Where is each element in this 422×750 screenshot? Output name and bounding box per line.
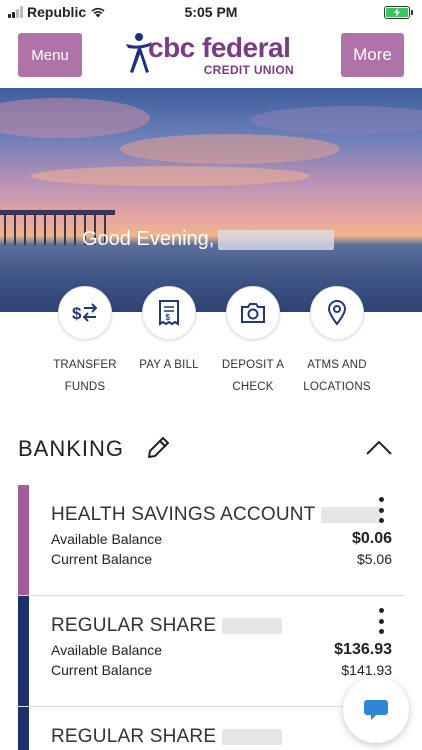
label-line: LOCATIONS bbox=[303, 381, 371, 393]
greeting-text: Good Evening, bbox=[82, 228, 215, 250]
atms-locations-label: ATMS AND LOCATIONS bbox=[289, 354, 385, 398]
account-color-bar bbox=[18, 485, 29, 595]
label-line: CHECK bbox=[232, 381, 274, 393]
chat-bubble-icon bbox=[364, 700, 388, 720]
account-name-text: REGULAR SHARE bbox=[51, 615, 217, 636]
banking-header: BANKING bbox=[18, 430, 404, 466]
available-balance-label: Available Balance bbox=[51, 531, 163, 547]
account-color-bar bbox=[18, 596, 29, 706]
atms-locations-action[interactable]: ATMS AND LOCATIONS bbox=[289, 286, 385, 398]
account-name: REGULAR SHARE bbox=[51, 615, 283, 637]
current-balance-label: Current Balance bbox=[51, 551, 153, 567]
pay-bill-label: PAY A BILL bbox=[121, 354, 217, 376]
deposit-check-button[interactable] bbox=[226, 286, 280, 340]
available-balance-value: $136.93 bbox=[334, 641, 392, 658]
transfer-funds-button[interactable]: $ bbox=[58, 286, 112, 340]
battery-icon bbox=[384, 6, 413, 19]
label-line: PAY A BILL bbox=[139, 359, 199, 371]
deposit-check-label: DEPOSIT A CHECK bbox=[205, 354, 301, 398]
brand-logo[interactable]: cbc federal CREDIT UNION bbox=[124, 32, 300, 80]
account-options-icon[interactable] bbox=[376, 608, 386, 634]
atms-locations-button[interactable] bbox=[310, 286, 364, 340]
svg-text:$: $ bbox=[72, 304, 82, 323]
transfer-funds-action[interactable]: $ TRANSFER FUNDS bbox=[37, 286, 133, 398]
account-name-text: HEALTH SAVINGS ACCOUNT bbox=[51, 504, 316, 525]
account-card[interactable]: HEALTH SAVINGS ACCOUNT Available Balance… bbox=[18, 485, 404, 596]
label-line: FUNDS bbox=[64, 381, 106, 393]
account-color-bar bbox=[18, 707, 29, 750]
pay-bill-button[interactable]: $ bbox=[142, 286, 196, 340]
hero-cloud bbox=[120, 134, 340, 164]
available-balance-label: Available Balance bbox=[51, 642, 163, 658]
redacted-account-number bbox=[222, 618, 283, 634]
available-balance-value: $0.06 bbox=[351, 530, 392, 547]
current-balance-label: Current Balance bbox=[51, 662, 153, 678]
chat-button[interactable] bbox=[343, 677, 409, 743]
label-line: TRANSFER bbox=[53, 359, 117, 371]
current-balance-value: $141.93 bbox=[341, 662, 392, 678]
camera-icon bbox=[241, 303, 265, 323]
charging-bolt-icon bbox=[394, 8, 400, 17]
banking-title: BANKING bbox=[18, 436, 125, 461]
current-balance-value: $5.06 bbox=[356, 551, 392, 567]
hero-cloud bbox=[30, 166, 310, 186]
menu-button[interactable]: Menu bbox=[18, 33, 82, 77]
edit-pencil-icon[interactable] bbox=[144, 434, 172, 462]
bill-icon: $ bbox=[159, 300, 179, 326]
pay-bill-action[interactable]: $ PAY A BILL bbox=[121, 286, 217, 376]
app-header: Menu cbc federal CREDIT UNION More bbox=[0, 24, 422, 88]
transfer-icon: $ bbox=[72, 303, 98, 323]
status-bar: Republic 5:05 PM bbox=[0, 0, 422, 24]
redacted-account-number bbox=[222, 729, 283, 745]
label-line: DEPOSIT A bbox=[221, 359, 285, 371]
redacted-account-number bbox=[321, 507, 382, 523]
account-name: HEALTH SAVINGS ACCOUNT bbox=[51, 504, 382, 526]
logo-subtext: CREDIT UNION bbox=[203, 63, 294, 77]
transfer-funds-label: TRANSFER FUNDS bbox=[37, 354, 133, 398]
label-line: ATMS AND bbox=[307, 359, 367, 371]
account-options-icon[interactable] bbox=[376, 497, 386, 523]
hero-cloud bbox=[250, 106, 422, 134]
logo-text: cbc federal bbox=[148, 32, 291, 63]
location-pin-icon bbox=[327, 300, 347, 326]
hero-banner: Good Evening, bbox=[0, 88, 422, 312]
more-button[interactable]: More bbox=[341, 33, 404, 77]
chevron-up-icon[interactable] bbox=[364, 436, 394, 460]
quick-actions: $ TRANSFER FUNDS $ PAY A BILL DEPOSIT A … bbox=[0, 286, 422, 406]
svg-text:$: $ bbox=[166, 313, 171, 322]
deposit-check-action[interactable]: DEPOSIT A CHECK bbox=[205, 286, 301, 398]
clock: 5:05 PM bbox=[184, 4, 238, 20]
greeting: Good Evening, bbox=[82, 228, 335, 251]
hero-cloud bbox=[0, 98, 150, 138]
account-name-text: REGULAR SHARE bbox=[51, 726, 217, 747]
account-card[interactable]: REGULAR SHARE Available Balance $136.93 … bbox=[18, 596, 404, 707]
redacted-user-name bbox=[218, 229, 335, 250]
account-name: REGULAR SHARE bbox=[51, 726, 283, 748]
